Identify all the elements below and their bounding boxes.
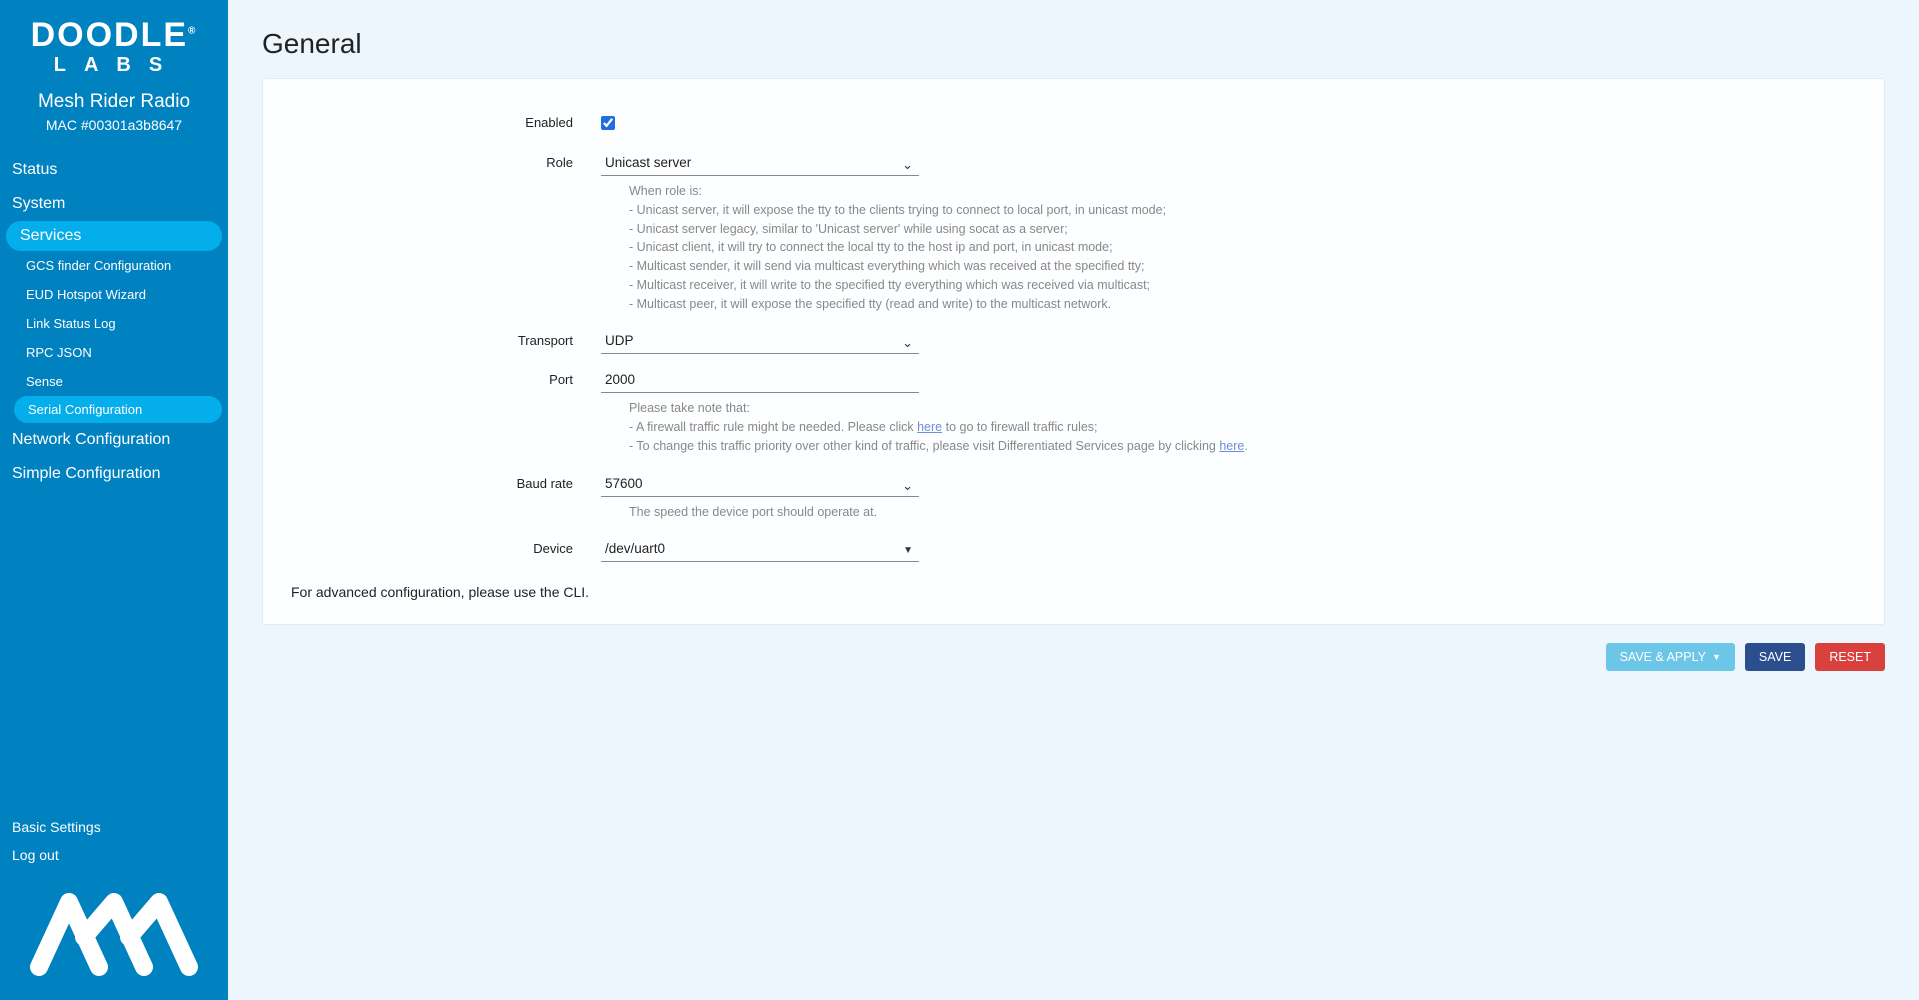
sidebar: DOODLE® LABS Mesh Rider Radio MAC #00301… [0,0,228,1000]
nav-sub-link-status[interactable]: Link Status Log [14,309,228,338]
general-panel: Enabled Role Unicast server ⌄ When role … [262,78,1885,625]
nav-sub-rpc[interactable]: RPC JSON [14,338,228,367]
nav-sub-sense[interactable]: Sense [14,367,228,396]
save-button[interactable]: SAVE [1745,643,1805,671]
role-select[interactable]: Unicast server [601,149,919,176]
port-input[interactable] [601,366,919,393]
action-bar: SAVE & APPLY ▼ SAVE RESET [262,643,1885,671]
nav-system[interactable]: System [0,187,228,221]
nav-sub-gcs[interactable]: GCS finder Configuration [14,251,228,280]
port-help-line2: - To change this traffic priority over o… [629,437,1329,456]
caret-down-icon: ▼ [1712,652,1721,662]
baud-label: Baud rate [291,470,601,491]
main-content: General Enabled Role Unicast server ⌄ Wh… [228,0,1919,1000]
enabled-checkbox[interactable] [601,116,615,130]
enabled-label: Enabled [291,109,601,130]
port-help-line1: - A firewall traffic rule might be neede… [629,418,1329,437]
role-help-line: - Unicast server, it will expose the tty… [629,201,1329,220]
port-help-intro: Please take note that: [629,399,1329,418]
port-help: Please take note that: - A firewall traf… [629,399,1329,455]
nav: Status System Services GCS finder Config… [0,153,228,491]
brand-line1: D [31,16,58,54]
brand-logo: DOODLE® [18,18,210,52]
page-title: General [262,28,1885,60]
nav-status[interactable]: Status [0,153,228,187]
transport-select[interactable]: UDP [601,327,919,354]
nav-sub-eud[interactable]: EUD Hotspot Wizard [14,280,228,309]
product-name: Mesh Rider Radio [18,91,210,113]
save-apply-button[interactable]: SAVE & APPLY ▼ [1606,643,1735,671]
role-help-line: - Multicast sender, it will send via mul… [629,257,1329,276]
role-help-line: - Unicast client, it will try to connect… [629,238,1329,257]
baud-select[interactable]: 57600 [601,470,919,497]
firewall-link[interactable]: here [917,420,942,434]
diffserv-link[interactable]: here [1219,439,1244,453]
footer-logo [12,887,216,980]
sidebar-header: DOODLE® LABS Mesh Rider Radio MAC #00301… [0,0,228,147]
role-help-line: - Multicast receiver, it will write to t… [629,276,1329,295]
role-help: When role is: - Unicast server, it will … [629,182,1329,313]
role-help-intro: When role is: [629,182,1329,201]
sidebar-bottom: Basic Settings Log out [0,813,228,1000]
role-help-line: - Multicast peer, it will expose the spe… [629,295,1329,314]
reset-button[interactable]: RESET [1815,643,1885,671]
baud-help: The speed the device port should operate… [629,503,1329,522]
nav-basic-settings[interactable]: Basic Settings [12,813,216,841]
device-label: Device [291,535,601,556]
nav-services[interactable]: Services [6,221,222,251]
save-apply-label: SAVE & APPLY [1620,650,1706,664]
mac-address: MAC #00301a3b8647 [18,117,210,133]
cli-note: For advanced configuration, please use t… [291,584,1856,600]
nav-services-sub: GCS finder Configuration EUD Hotspot Wiz… [0,251,228,423]
nav-sub-serial[interactable]: Serial Configuration [14,396,222,423]
role-label: Role [291,149,601,170]
role-help-line: - Unicast server legacy, similar to 'Uni… [629,220,1329,239]
port-label: Port [291,366,601,387]
brand-line2: LABS [24,54,210,77]
nav-network-config[interactable]: Network Configuration [0,423,228,457]
nav-simple-config[interactable]: Simple Configuration [0,457,228,491]
nav-logout[interactable]: Log out [12,841,216,869]
transport-label: Transport [291,327,601,348]
device-select[interactable]: /dev/uart0 [601,535,919,562]
